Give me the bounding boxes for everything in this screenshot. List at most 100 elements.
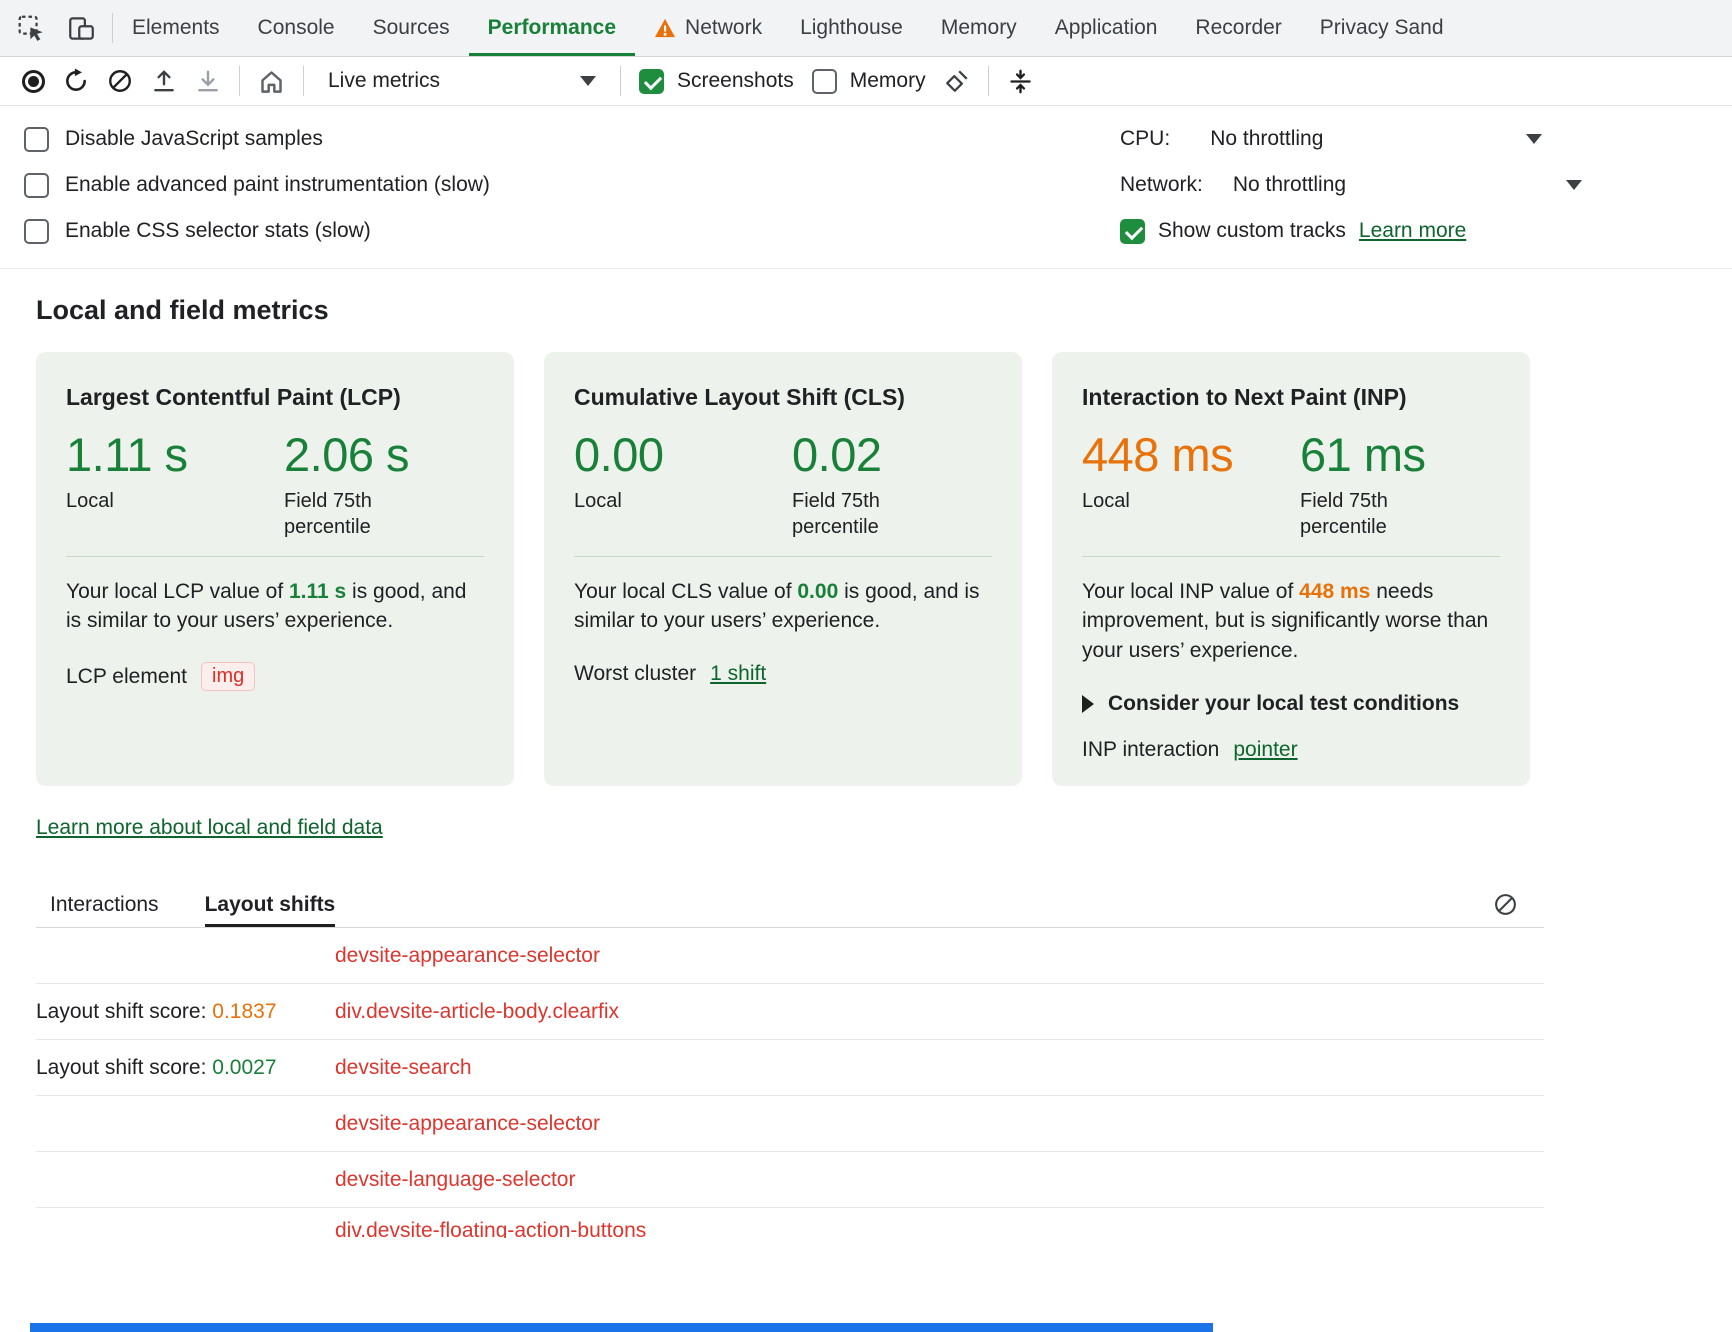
inp-disclosure-row[interactable]: Consider your local test conditions (1082, 692, 1500, 716)
cls-footer: Worst cluster 1 shift (574, 662, 992, 686)
screenshots-label: Screenshots (677, 69, 794, 93)
inp-field-label: Field 75th percentile (1300, 488, 1450, 540)
network-label: Network: (1120, 173, 1203, 197)
network-throttling-select[interactable]: Network: No throttling (1120, 162, 1582, 208)
cpu-value: No throttling (1210, 127, 1323, 151)
inp-interaction-row: INP interaction pointer (1082, 738, 1500, 762)
cpu-throttling-select[interactable]: CPU: No throttling (1120, 116, 1542, 162)
tab-label: Sources (373, 16, 450, 40)
home-icon[interactable] (258, 68, 285, 95)
layout-shift-row[interactable]: devsite-appearance-selector (36, 1096, 1544, 1152)
inspect-element-icon[interactable] (6, 0, 56, 56)
shift-node-link[interactable]: devsite-search (335, 1056, 472, 1080)
tab-label: Network (685, 16, 762, 40)
tab-recorder[interactable]: Recorder (1176, 0, 1300, 56)
inp-local-label: Local (1082, 488, 1232, 514)
custom-tracks-learn-more-link[interactable]: Learn more (1359, 219, 1466, 243)
upload-profile-icon[interactable] (151, 68, 177, 94)
panel-view-select[interactable]: Live metrics (322, 67, 602, 95)
metrics-heading: Local and field metrics (36, 295, 1732, 326)
tab-sources[interactable]: Sources (354, 0, 469, 56)
layout-shift-row[interactable]: div.devsite-floating-action-buttons (36, 1208, 1544, 1238)
tab-performance[interactable]: Performance (469, 0, 635, 56)
show-custom-tracks-label: Show custom tracks (1158, 219, 1346, 243)
record-button[interactable] (22, 70, 45, 93)
garbage-collect-icon[interactable] (944, 68, 970, 94)
shift-node-link[interactable]: div.devsite-article-body.clearfix (335, 1000, 619, 1024)
lcp-field-label: Field 75th percentile (284, 488, 434, 540)
shift-node-link[interactable]: devsite-appearance-selector (335, 944, 600, 968)
screenshots-checkbox[interactable] (639, 69, 664, 94)
collapse-panel-icon[interactable] (1007, 68, 1034, 95)
chevron-down-icon (1526, 134, 1542, 144)
inp-local-column: 448 ms Local (1082, 429, 1300, 540)
log-tabs: Interactions Layout shifts (36, 882, 1544, 928)
advanced-paint-checkbox[interactable] (24, 173, 49, 198)
layout-shift-row[interactable]: devsite-appearance-selector (36, 928, 1544, 984)
css-selector-stats-checkbox[interactable] (24, 219, 49, 244)
memory-checkbox-row[interactable]: Memory (812, 69, 926, 94)
cls-field-column: 0.02 Field 75th percentile (792, 429, 942, 540)
shift-node-link[interactable]: div.devsite-floating-action-buttons (335, 1208, 646, 1238)
card-divider (574, 556, 992, 557)
toolbar-separator (303, 66, 304, 96)
inp-local-value: 448 ms (1082, 429, 1300, 482)
inp-interaction-label: INP interaction (1082, 738, 1219, 762)
tab-console[interactable]: Console (239, 0, 354, 56)
tab-layout-shifts[interactable]: Layout shifts (205, 882, 336, 927)
chevron-down-icon (1566, 180, 1582, 190)
chevron-down-icon (580, 76, 596, 86)
cls-field-value: 0.02 (792, 429, 942, 482)
advanced-paint-label: Enable advanced paint instrumentation (s… (65, 173, 490, 197)
card-divider (66, 556, 484, 557)
learn-more-local-field-link[interactable]: Learn more about local and field data (36, 816, 383, 840)
shift-node-link[interactable]: devsite-appearance-selector (335, 1112, 600, 1136)
memory-label: Memory (850, 69, 926, 93)
tab-network[interactable]: Network (635, 0, 781, 56)
tab-label: Recorder (1195, 16, 1281, 40)
tab-memory[interactable]: Memory (922, 0, 1036, 56)
lcp-values: 1.11 s Local 2.06 s Field 75th percentil… (66, 429, 484, 540)
lcp-description: Your local LCP value of 1.11 s is good, … (66, 577, 484, 637)
download-profile-icon[interactable] (195, 68, 221, 94)
shift-score-cell: Layout shift score: 0.1837 (36, 1000, 335, 1024)
lcp-element-node-link[interactable]: img (201, 662, 255, 691)
layout-shift-row[interactable]: Layout shift score: 0.0027 devsite-searc… (36, 1040, 1544, 1096)
tab-elements[interactable]: Elements (113, 0, 239, 56)
inp-card-title: Interaction to Next Paint (INP) (1082, 384, 1500, 411)
layout-shift-row[interactable]: devsite-language-selector (36, 1152, 1544, 1208)
inp-description: Your local INP value of 448 ms needs imp… (1082, 577, 1500, 666)
tab-privacy-sandbox[interactable]: Privacy Sand (1301, 0, 1463, 56)
desc-highlight: 1.11 s (289, 580, 346, 603)
bottom-scrollbar-thumb[interactable] (30, 1323, 1213, 1332)
memory-checkbox[interactable] (812, 69, 837, 94)
cls-local-label: Local (574, 488, 724, 514)
cls-field-label: Field 75th percentile (792, 488, 942, 540)
tab-interactions[interactable]: Interactions (50, 882, 159, 927)
lcp-local-value: 1.11 s (66, 429, 284, 482)
panel-view-value: Live metrics (328, 69, 440, 93)
throttling-settings: CPU: No throttling Network: No throttlin… (1120, 116, 1582, 254)
desc-text: Your local LCP value of (66, 580, 289, 603)
device-toolbar-icon[interactable] (56, 0, 106, 56)
shift-node-link[interactable]: devsite-language-selector (335, 1168, 575, 1192)
clear-log-icon[interactable] (1493, 892, 1518, 917)
layout-shift-row[interactable]: Layout shift score: 0.1837 div.devsite-a… (36, 984, 1544, 1040)
disable-js-samples-checkbox[interactable] (24, 127, 49, 152)
show-custom-tracks-row[interactable]: Show custom tracks Learn more (1120, 208, 1582, 254)
shift-score-label: Layout shift score: (36, 1056, 212, 1079)
tab-label: Elements (132, 16, 220, 40)
desc-text: Your local INP value of (1082, 580, 1299, 603)
inp-interaction-link[interactable]: pointer (1233, 738, 1297, 762)
reload-and-record-button[interactable] (63, 68, 89, 94)
shift-score-cell: Layout shift score: 0.0027 (36, 1056, 335, 1080)
tab-lighthouse[interactable]: Lighthouse (781, 0, 922, 56)
tab-application[interactable]: Application (1036, 0, 1177, 56)
worst-cluster-shift-link[interactable]: 1 shift (710, 662, 766, 686)
shift-score-value: 0.1837 (212, 1000, 276, 1023)
screenshots-checkbox-row[interactable]: Screenshots (639, 69, 794, 94)
show-custom-tracks-checkbox[interactable] (1120, 219, 1145, 244)
card-divider (1082, 556, 1500, 557)
cls-card-title: Cumulative Layout Shift (CLS) (574, 384, 992, 411)
clear-recording-icon[interactable] (107, 68, 133, 94)
